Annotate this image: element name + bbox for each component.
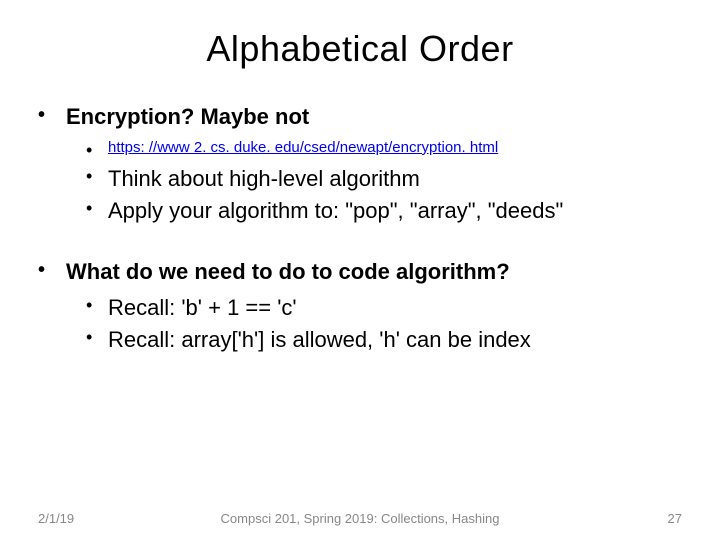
slide-footer: 2/1/19 Compsci 201, Spring 2019: Collect…	[0, 511, 720, 526]
bullet-dot-icon: •	[86, 293, 108, 323]
bullet-dot-icon: •	[86, 138, 108, 162]
bullet-sub: • https: //www 2. cs. duke. edu/csed/new…	[86, 138, 682, 162]
slide: Alphabetical Order • Encryption? Maybe n…	[0, 0, 720, 540]
bullet-heading-text: What do we need to do to code algorithm?	[66, 257, 510, 287]
encryption-link[interactable]: https: //www 2. cs. duke. edu/csed/newap…	[108, 138, 498, 162]
bullet-dot-icon: •	[86, 196, 108, 226]
footer-course: Compsci 201, Spring 2019: Collections, H…	[221, 511, 500, 527]
bullet-dot-icon: •	[38, 102, 66, 132]
footer-page-number: 27	[668, 511, 682, 526]
bullet-sub: • Apply your algorithm to: "pop", "array…	[86, 196, 682, 226]
bullet-heading-text: Encryption? Maybe not	[66, 102, 309, 132]
bullet-dot-icon: •	[86, 164, 108, 194]
bullet-sub-text: Recall: array['h'] is allowed, 'h' can b…	[108, 325, 531, 355]
bullet-sub-text: Apply your algorithm to: "pop", "array",…	[108, 196, 563, 226]
slide-title: Alphabetical Order	[38, 28, 682, 70]
bullet-sub-text: Recall: 'b' + 1 == 'c'	[108, 293, 297, 323]
bullet-heading: • What do we need to do to code algorith…	[38, 257, 682, 287]
bullet-heading: • Encryption? Maybe not	[38, 102, 682, 132]
bullet-dot-icon: •	[86, 325, 108, 355]
footer-date: 2/1/19	[38, 511, 74, 526]
bullet-sub: • Recall: array['h'] is allowed, 'h' can…	[86, 325, 682, 355]
slide-content: • Encryption? Maybe not • https: //www 2…	[38, 102, 682, 354]
bullet-sub: • Think about high-level algorithm	[86, 164, 682, 194]
bullet-sub: • Recall: 'b' + 1 == 'c'	[86, 293, 682, 323]
spacer	[38, 227, 682, 257]
bullet-sub-text: Think about high-level algorithm	[108, 164, 420, 194]
bullet-dot-icon: •	[38, 257, 66, 287]
